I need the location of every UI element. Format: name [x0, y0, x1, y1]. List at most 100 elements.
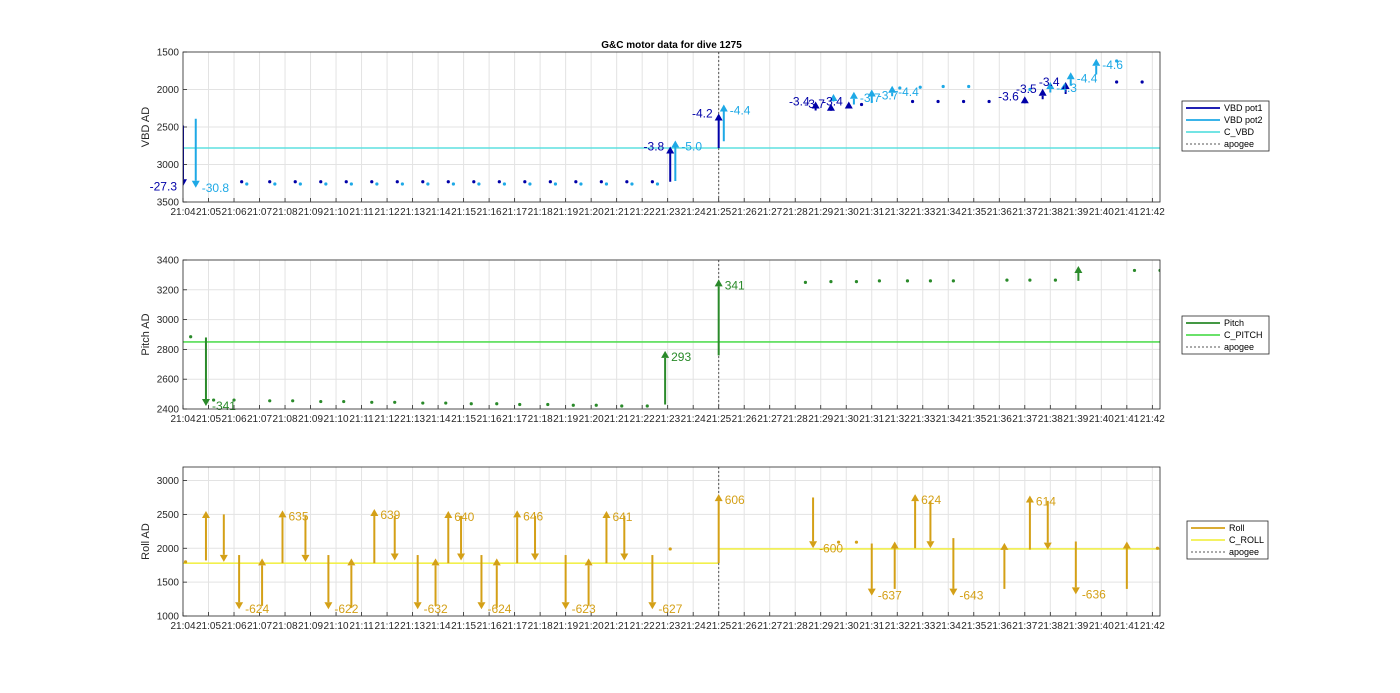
y-axis-label: VBD AD — [140, 107, 152, 147]
data-point — [189, 335, 193, 339]
x-tick-label: 21:18 — [528, 207, 553, 218]
x-tick-label: 21:09 — [298, 414, 323, 425]
data-point — [1028, 278, 1032, 282]
x-tick-label: 21:11 — [349, 414, 374, 425]
x-tick-label: 21:09 — [298, 207, 323, 218]
x-tick-label: 21:13 — [400, 207, 425, 218]
data-point — [268, 399, 272, 403]
arrow-label: -643 — [959, 589, 983, 603]
x-tick-label: 21:05 — [196, 414, 221, 425]
data-point — [528, 182, 532, 186]
x-tick-label: 21:35 — [961, 414, 986, 425]
x-tick-label: 21:29 — [808, 621, 833, 632]
data-point — [1005, 278, 1009, 282]
data-point — [548, 180, 552, 184]
data-point — [245, 182, 249, 186]
x-tick-label: 21:39 — [1063, 414, 1088, 425]
arrow-label: -4.2 — [692, 107, 713, 121]
arrow-label: -600 — [819, 541, 843, 555]
x-tick-label: 21:22 — [630, 207, 655, 218]
panel-1: 21:04 21:05 21:06 21:07 21:08 21:09 21:10 21:11… — [140, 40, 1270, 218]
data-point — [291, 399, 295, 403]
data-point — [342, 399, 346, 404]
arrow-label: -637 — [878, 589, 902, 603]
x-tick-label: 21:40 — [1089, 414, 1114, 425]
data-point — [668, 547, 672, 551]
data-point — [469, 402, 473, 406]
x-tick-label: 21:30 — [834, 621, 859, 632]
data-point — [268, 180, 272, 184]
x-tick-label: 21:40 — [1089, 621, 1114, 632]
arrow-label: -3.7 — [878, 89, 899, 103]
data-point — [293, 180, 297, 184]
x-tick-label: 21:36 — [987, 414, 1012, 425]
data-point — [349, 182, 353, 186]
y-tick-label: 1500 — [157, 578, 180, 589]
x-tick-label: 21:40 — [1089, 207, 1114, 218]
data-point — [319, 180, 323, 184]
data-point — [451, 182, 455, 186]
y-axis-label: Roll AD — [140, 523, 152, 560]
figure: 21:04 21:05 21:06 21:07 21:08 21:09 21:10 21:11… — [140, 40, 1270, 632]
data-point — [910, 99, 915, 104]
x-tick-label: 21:18 — [528, 414, 553, 425]
x-tick-label: 21:32 — [885, 414, 910, 425]
arrow-label: 293 — [671, 350, 691, 364]
x-tick-label: 21:13 — [400, 621, 425, 632]
x-tick-label: 21:18 — [528, 621, 553, 632]
x-tick-label: 21:19 — [553, 207, 578, 218]
legend-entry: C_VBD — [1224, 127, 1255, 137]
data-point — [421, 180, 425, 184]
x-tick-label: 21:37 — [1012, 621, 1037, 632]
data-point — [905, 279, 910, 283]
data-point — [370, 400, 374, 404]
legend-entry: apogee — [1229, 547, 1259, 557]
x-tick-label: 21:07 — [247, 207, 272, 218]
x-tick-label: 21:16 — [477, 414, 502, 425]
x-tick-label: 21:42 — [1140, 414, 1165, 425]
arrow-label: -624 — [487, 602, 511, 616]
arrow-label: 614 — [1036, 494, 1056, 508]
arrow-label: -30.8 — [202, 181, 230, 195]
data-point — [298, 182, 302, 186]
x-tick-label: 21:20 — [579, 414, 604, 425]
y-tick-label: 2400 — [157, 405, 180, 416]
arrow-label: -623 — [572, 602, 596, 616]
data-point — [951, 279, 955, 283]
x-tick-label: 21:24 — [681, 621, 706, 632]
panel-2: 21:04 21:05 21:06 21:07 21:08 21:09 21:10 21:11… — [140, 256, 1270, 425]
data-point — [421, 401, 425, 405]
arrow-label: 341 — [725, 278, 745, 292]
arrow-label: -4.4 — [730, 104, 751, 118]
x-tick-label: 21:21 — [604, 207, 629, 218]
arrow-label: -3.8 — [644, 140, 665, 154]
x-tick-label: 21:08 — [273, 207, 298, 218]
legend-entry: apogee — [1224, 139, 1254, 149]
arrow-label: -4.4 — [898, 85, 919, 99]
data-point — [620, 404, 624, 408]
data-point — [495, 402, 499, 406]
x-tick-label: 21:10 — [324, 207, 349, 218]
x-tick-label: 21:25 — [706, 414, 731, 425]
y-tick-label: 3400 — [157, 256, 180, 267]
data-point — [477, 182, 481, 186]
x-tick-label: 21:06 — [222, 621, 247, 632]
y-tick-label: 3000 — [157, 315, 180, 326]
x-tick-label: 21:34 — [936, 414, 961, 425]
data-point — [961, 99, 966, 104]
arrow-label: -4.6 — [1102, 58, 1123, 72]
data-point — [1140, 80, 1144, 84]
x-tick-label: 21:04 — [170, 621, 195, 632]
x-tick-label: 21:16 — [477, 207, 502, 218]
x-tick-label: 21:12 — [375, 207, 400, 218]
x-tick-label: 21:07 — [247, 621, 272, 632]
data-point — [273, 182, 277, 186]
x-tick-label: 21:09 — [298, 621, 323, 632]
x-tick-label: 21:15 — [451, 207, 476, 218]
data-point — [987, 99, 991, 104]
x-tick-label: 21:30 — [834, 414, 859, 425]
x-tick-label: 21:08 — [273, 414, 298, 425]
arrow-label: -3.5 — [1016, 82, 1037, 96]
arrow-label: -5.0 — [681, 140, 702, 154]
x-tick-label: 21:42 — [1140, 207, 1165, 218]
